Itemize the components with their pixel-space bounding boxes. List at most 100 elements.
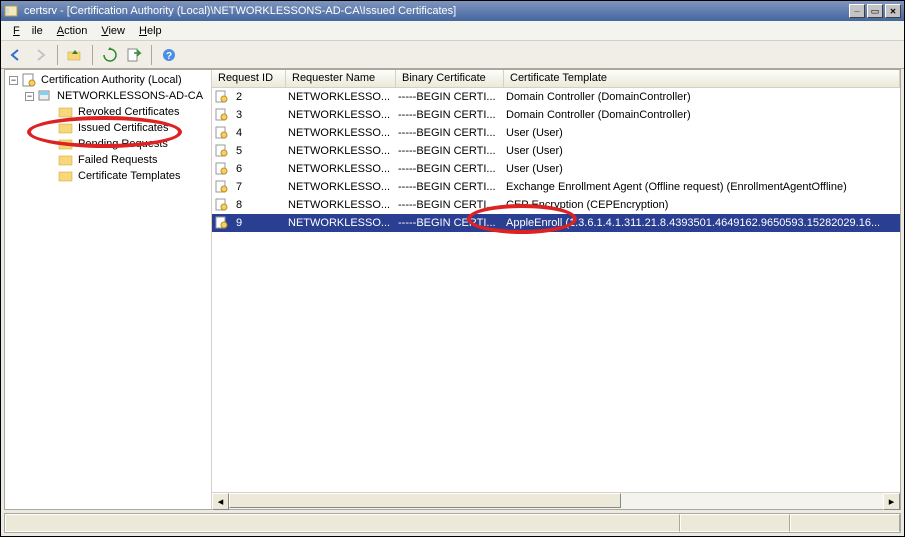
- tree-revoked[interactable]: Revoked Certificates: [5, 104, 211, 120]
- table-row[interactable]: 2NETWORKLESSO...-----BEGIN CERTI...Domai…: [212, 88, 900, 106]
- toolbar-separator-2: [92, 45, 93, 65]
- cell-requester: NETWORKLESSO...: [282, 126, 392, 140]
- status-pane-2: [680, 514, 790, 532]
- tree-label: Revoked Certificates: [76, 106, 182, 118]
- table-row[interactable]: 6NETWORKLESSO...-----BEGIN CERTI...User …: [212, 160, 900, 178]
- scroll-track[interactable]: [229, 493, 883, 509]
- maximize-button[interactable]: [867, 4, 883, 18]
- titlebar[interactable]: certsrv - [Certification Authority (Loca…: [1, 1, 904, 21]
- cell-template: User (User): [500, 126, 900, 140]
- toolbar: ?: [1, 41, 904, 69]
- folder-icon: [58, 121, 74, 135]
- close-button[interactable]: [885, 4, 901, 18]
- cell-template: Exchange Enrollment Agent (Offline reque…: [500, 180, 900, 194]
- folder-icon: [58, 169, 74, 183]
- statusbar: [4, 513, 901, 533]
- up-button[interactable]: [64, 44, 86, 66]
- cell-id: 3: [230, 108, 282, 122]
- col-request-id[interactable]: Request ID: [212, 70, 286, 87]
- cell-requester: NETWORKLESSO...: [282, 144, 392, 158]
- scroll-thumb[interactable]: [229, 493, 621, 508]
- status-pane-1: [5, 514, 680, 532]
- cert-icon: [214, 144, 230, 158]
- client-area: − Certification Authority (Local) − NETW…: [4, 69, 901, 510]
- tree-ca[interactable]: − NETWORKLESSONS-AD-CA: [5, 88, 211, 104]
- cert-icon: [214, 198, 230, 212]
- scroll-right-button[interactable]: ▸: [883, 493, 900, 510]
- cell-binary: -----BEGIN CERTI...: [392, 126, 500, 140]
- tree-label: Certification Authority (Local): [39, 74, 184, 86]
- table-row[interactable]: 8NETWORKLESSO...-----BEGIN CERTI...CEP E…: [212, 196, 900, 214]
- cert-authority-icon: [21, 73, 37, 87]
- collapse-icon[interactable]: −: [25, 92, 34, 101]
- horizontal-scrollbar[interactable]: ◂ ▸: [212, 492, 900, 509]
- folder-icon: [58, 153, 74, 167]
- scroll-left-button[interactable]: ◂: [212, 493, 229, 510]
- cell-requester: NETWORKLESSO...: [282, 180, 392, 194]
- tree-root[interactable]: − Certification Authority (Local): [5, 72, 211, 88]
- cell-id: 2: [230, 90, 282, 104]
- cert-icon: [214, 162, 230, 176]
- cert-icon: [214, 126, 230, 140]
- cell-binary: -----BEGIN CERTI...: [392, 108, 500, 122]
- export-button[interactable]: [123, 44, 145, 66]
- menu-help[interactable]: Help: [133, 23, 168, 39]
- col-cert-template[interactable]: Certificate Template: [504, 70, 900, 87]
- cert-icon: [214, 216, 230, 230]
- cell-template: CEP Encryption (CEPEncryption): [500, 198, 900, 212]
- forward-button[interactable]: [29, 44, 51, 66]
- app-icon: [4, 4, 20, 18]
- folder-icon: [58, 105, 74, 119]
- back-button[interactable]: [5, 44, 27, 66]
- cell-binary: -----BEGIN CERTI...: [392, 216, 500, 230]
- col-requester-name[interactable]: Requester Name: [286, 70, 396, 87]
- tree-templates[interactable]: Certificate Templates: [5, 168, 211, 184]
- cert-icon: [214, 108, 230, 122]
- cell-template: AppleEnroll (1.3.6.1.4.1.311.21.8.439350…: [500, 216, 900, 230]
- menu-view[interactable]: View: [95, 23, 131, 39]
- tree-label: Failed Requests: [76, 154, 160, 166]
- cell-binary: -----BEGIN CERTI...: [392, 162, 500, 176]
- list-pane: Request ID Requester Name Binary Certifi…: [212, 70, 900, 509]
- tree-label: Pending Requests: [76, 138, 170, 150]
- toolbar-separator: [57, 45, 58, 65]
- cert-icon: [214, 90, 230, 104]
- minimize-button[interactable]: [849, 4, 865, 18]
- cell-id: 4: [230, 126, 282, 140]
- cell-template: User (User): [500, 144, 900, 158]
- cell-binary: -----BEGIN CERTI...: [392, 180, 500, 194]
- cell-template: Domain Controller (DomainController): [500, 90, 900, 104]
- cell-template: Domain Controller (DomainController): [500, 108, 900, 122]
- cell-binary: -----BEGIN CERTI...: [392, 198, 500, 212]
- table-row[interactable]: 3NETWORKLESSO...-----BEGIN CERTI...Domai…: [212, 106, 900, 124]
- refresh-button[interactable]: [99, 44, 121, 66]
- help-button[interactable]: ?: [158, 44, 180, 66]
- cell-id: 8: [230, 198, 282, 212]
- tree-failed[interactable]: Failed Requests: [5, 152, 211, 168]
- table-row[interactable]: 7NETWORKLESSO...-----BEGIN CERTI...Excha…: [212, 178, 900, 196]
- cell-id: 7: [230, 180, 282, 194]
- cell-requester: NETWORKLESSO...: [282, 162, 392, 176]
- svg-text:?: ?: [166, 51, 172, 62]
- menu-action[interactable]: Action: [51, 23, 94, 39]
- list-header[interactable]: Request ID Requester Name Binary Certifi…: [212, 70, 900, 88]
- list-body[interactable]: 2NETWORKLESSO...-----BEGIN CERTI...Domai…: [212, 88, 900, 492]
- table-row[interactable]: 9NETWORKLESSO...-----BEGIN CERTI...Apple…: [212, 214, 900, 232]
- cell-binary: -----BEGIN CERTI...: [392, 90, 500, 104]
- cell-requester: NETWORKLESSO...: [282, 198, 392, 212]
- cell-binary: -----BEGIN CERTI...: [392, 144, 500, 158]
- menubar: File Action View Help: [1, 21, 904, 41]
- menu-file[interactable]: File: [7, 23, 49, 39]
- cell-requester: NETWORKLESSO...: [282, 90, 392, 104]
- tree-pane[interactable]: − Certification Authority (Local) − NETW…: [5, 70, 212, 509]
- tree-pending[interactable]: Pending Requests: [5, 136, 211, 152]
- col-binary-cert[interactable]: Binary Certificate: [396, 70, 504, 87]
- tree-issued[interactable]: Issued Certificates: [5, 120, 211, 136]
- table-row[interactable]: 4NETWORKLESSO...-----BEGIN CERTI...User …: [212, 124, 900, 142]
- cell-template: User (User): [500, 162, 900, 176]
- table-row[interactable]: 5NETWORKLESSO...-----BEGIN CERTI...User …: [212, 142, 900, 160]
- toolbar-separator-3: [151, 45, 152, 65]
- tree-label: Issued Certificates: [76, 122, 170, 134]
- collapse-icon[interactable]: −: [9, 76, 18, 85]
- cert-icon: [214, 180, 230, 194]
